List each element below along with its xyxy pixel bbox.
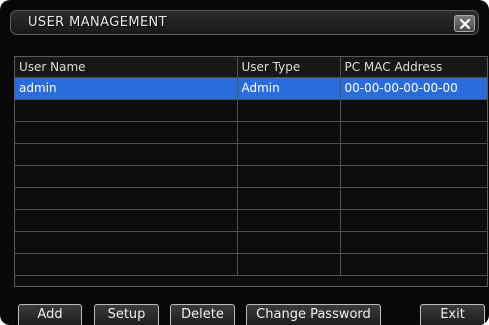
delete-button[interactable]: Delete <box>170 304 235 325</box>
empty-table-row[interactable] <box>15 165 487 188</box>
title-bar: USER MANAGEMENT <box>10 10 479 35</box>
table-header-row: User Name User Type PC MAC Address <box>15 57 487 78</box>
empty-table-row[interactable] <box>15 143 487 166</box>
change-password-button[interactable]: Change Password <box>246 304 381 325</box>
empty-table-row[interactable] <box>15 231 487 254</box>
user-management-window: USER MANAGEMENT User Name User Type PC M… <box>0 0 489 325</box>
user-table: User Name User Type PC MAC Address admin… <box>14 56 488 287</box>
column-header-user-type[interactable]: User Type <box>237 57 341 78</box>
close-icon <box>460 19 470 29</box>
window-title: USER MANAGEMENT <box>28 15 168 30</box>
empty-table-row[interactable] <box>15 209 487 232</box>
empty-table-row[interactable] <box>15 187 487 210</box>
empty-table-row[interactable] <box>15 121 487 144</box>
exit-button[interactable]: Exit <box>420 304 485 325</box>
cell-user-name: admin <box>15 77 238 100</box>
cell-user-type: Admin <box>237 77 341 100</box>
table-row[interactable]: admin Admin 00-00-00-00-00-00 <box>15 77 487 100</box>
empty-table-row[interactable] <box>15 253 487 276</box>
column-header-user-name[interactable]: User Name <box>15 57 238 78</box>
empty-table-row[interactable] <box>15 99 487 122</box>
close-button[interactable] <box>454 15 475 32</box>
column-header-mac-address[interactable]: PC MAC Address <box>340 57 487 78</box>
setup-button[interactable]: Setup <box>94 304 159 325</box>
add-button[interactable]: Add <box>18 304 82 325</box>
cell-mac-address: 00-00-00-00-00-00 <box>340 77 487 100</box>
